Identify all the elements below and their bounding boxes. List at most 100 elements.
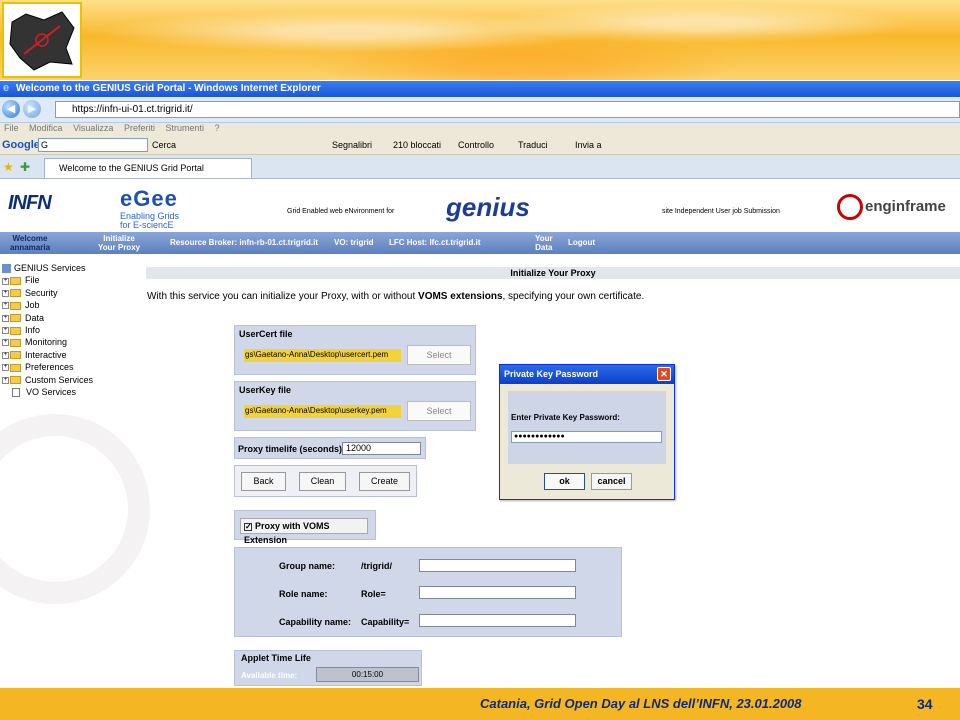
nav-your-data[interactable]: Your Data bbox=[535, 234, 553, 252]
favorites-star-icon[interactable]: ★ bbox=[3, 160, 14, 174]
tree-item-preferences[interactable]: + Preferences bbox=[2, 361, 93, 373]
back-arrow-icon[interactable]: ◀ bbox=[2, 100, 20, 118]
password-prompt: Enter Private Key Password: bbox=[511, 413, 620, 422]
expand-icon[interactable]: + bbox=[2, 376, 9, 384]
intro-text-start: With this service you can initialize you… bbox=[147, 291, 419, 302]
nav-init-label-1: Initialize bbox=[103, 234, 135, 243]
tree-item-label: Interactive bbox=[25, 349, 67, 360]
capability-name-input[interactable] bbox=[419, 614, 576, 627]
group-prefix: /trigrid/ bbox=[361, 561, 392, 571]
proxy-lifetime-value: 12000 bbox=[346, 443, 372, 453]
expand-icon[interactable]: + bbox=[2, 351, 9, 359]
menu-file[interactable]: File bbox=[4, 123, 19, 133]
nav-logout[interactable]: Logout bbox=[568, 238, 595, 247]
tree-item-info[interactable]: + Info bbox=[2, 324, 93, 336]
tree-item-file[interactable]: + File bbox=[2, 274, 93, 286]
intro-text-end: , specifying your own certificate. bbox=[502, 291, 645, 302]
slide-banner bbox=[0, 0, 960, 80]
cancel-button[interactable]: cancel bbox=[591, 473, 632, 490]
nav-initialize-proxy[interactable]: Initialize Your Proxy bbox=[98, 234, 140, 252]
tree-item-security[interactable]: + Security bbox=[2, 287, 93, 299]
expand-icon[interactable]: + bbox=[2, 327, 9, 335]
infn-logo: INFN bbox=[8, 192, 52, 215]
userkey-path-value: gs\Gaetano-Anna\Desktop\userkey.pem bbox=[245, 406, 387, 415]
userkey-path-field[interactable]: gs\Gaetano-Anna\Desktop\userkey.pem bbox=[244, 405, 401, 418]
group-name-label: Group name: bbox=[279, 561, 336, 571]
applet-time-panel: Applet Time Life Available time: 00:15:0… bbox=[234, 650, 422, 686]
clean-button[interactable]: Clean bbox=[299, 472, 346, 491]
invia-button[interactable]: Invia a bbox=[575, 139, 602, 151]
private-key-password-dialog: Private Key Password ✕ Enter Private Key… bbox=[499, 364, 675, 500]
menu-modifica[interactable]: Modifica bbox=[29, 123, 63, 133]
popup-blocked-button[interactable]: 210 bloccati bbox=[393, 139, 441, 151]
genius-logo: genius bbox=[446, 192, 530, 222]
services-sidebar: GENIUS Services + File + Security + Job + Da… bbox=[0, 254, 150, 688]
ie-icon: e bbox=[3, 82, 10, 94]
nav-resource-broker: Resource Broker: infn-rb-01.ct.trigrid.i… bbox=[170, 238, 319, 247]
voms-extension-panel: ✓ Proxy with VOMS Extension bbox=[234, 510, 376, 545]
segnalibri-button[interactable]: Segnalibri bbox=[332, 139, 372, 151]
traduci-button[interactable]: Traduci bbox=[518, 139, 548, 151]
nav-username: annamaria bbox=[10, 243, 51, 252]
usercert-path-value: gs\Gaetano-Anna\Desktop\usercert.pem bbox=[245, 350, 389, 359]
controllo-button[interactable]: Controllo bbox=[458, 139, 494, 151]
tree-item-interactive[interactable]: + Interactive bbox=[2, 349, 93, 361]
userkey-panel: UserKey file gs\Gaetano-Anna\Desktop\use… bbox=[234, 381, 476, 431]
userkey-select-button[interactable]: Select bbox=[407, 401, 471, 421]
nav-data-label-2: Data bbox=[535, 243, 553, 252]
close-icon[interactable]: ✕ bbox=[657, 367, 671, 381]
menu-help[interactable]: ? bbox=[215, 123, 220, 133]
role-name-input[interactable] bbox=[419, 586, 576, 599]
available-time-value: 00:15:00 bbox=[351, 670, 384, 679]
expand-icon[interactable]: + bbox=[2, 314, 9, 322]
tree-item-data[interactable]: + Data bbox=[2, 312, 93, 324]
menu-bar: File Modifica Visualizza Preferiti Strum… bbox=[0, 123, 960, 135]
folder-icon bbox=[10, 301, 21, 310]
tree-item-job[interactable]: + Job bbox=[2, 299, 93, 311]
window-title: Welcome to the GENIUS Grid Portal - Wind… bbox=[16, 83, 321, 94]
url-text: https://infn-ui-01.ct.trigrid.it/ bbox=[72, 104, 193, 115]
forward-arrow-icon[interactable]: ▶ bbox=[23, 100, 41, 118]
capability-prefix: Capability= bbox=[361, 617, 410, 627]
expand-icon[interactable]: + bbox=[2, 302, 9, 310]
cerca-button[interactable]: Cerca bbox=[152, 139, 176, 151]
expand-icon[interactable]: + bbox=[2, 339, 9, 347]
role-name-label: Role name: bbox=[279, 589, 328, 599]
password-input[interactable]: ●●●●●●●●●●●● bbox=[511, 431, 662, 443]
nav-init-label-2: Your Proxy bbox=[98, 243, 141, 252]
services-tree: GENIUS Services + File + Security + Job + Da… bbox=[2, 262, 93, 398]
menu-preferiti[interactable]: Preferiti bbox=[124, 123, 155, 133]
tree-root[interactable]: GENIUS Services bbox=[2, 262, 93, 274]
tree-item-label: Monitoring bbox=[25, 337, 68, 348]
back-button[interactable]: Back bbox=[241, 472, 286, 491]
usercert-label: UserCert file bbox=[239, 329, 293, 339]
tree-item-label: Custom Services bbox=[25, 374, 94, 385]
google-search-input[interactable]: G bbox=[38, 138, 148, 152]
tree-item-monitoring[interactable]: + Monitoring bbox=[2, 336, 93, 348]
tab-genius-portal[interactable]: Welcome to the GENIUS Grid Portal bbox=[44, 158, 252, 178]
create-button[interactable]: Create bbox=[359, 472, 410, 491]
tree-item-label: Data bbox=[25, 312, 45, 323]
add-favorites-icon[interactable]: ✚ bbox=[20, 160, 30, 174]
tree-item-label: Security bbox=[25, 287, 58, 298]
voms-extension-checkbox[interactable]: ✓ Proxy with VOMS Extension bbox=[240, 518, 368, 545]
usercert-path-field[interactable]: gs\Gaetano-Anna\Desktop\usercert.pem bbox=[244, 349, 401, 362]
proxy-lifetime-input[interactable]: 12000 bbox=[342, 442, 421, 455]
tree-item-vo-services[interactable]: VO Services bbox=[2, 386, 93, 398]
folder-icon bbox=[10, 314, 21, 323]
footer-caption: Catania, Grid Open Day al LNS dell’INFN,… bbox=[480, 696, 802, 711]
ok-button[interactable]: ok bbox=[544, 473, 585, 490]
enginframe-ring-icon bbox=[837, 194, 863, 220]
menu-strumenti[interactable]: Strumenti bbox=[165, 123, 204, 133]
expand-icon[interactable]: + bbox=[2, 364, 9, 372]
expand-icon[interactable]: + bbox=[2, 277, 9, 285]
expand-icon[interactable]: + bbox=[2, 289, 9, 297]
usercert-select-button[interactable]: Select bbox=[407, 345, 471, 365]
tree-item-custom-services[interactable]: + Custom Services bbox=[2, 374, 93, 386]
group-name-input[interactable] bbox=[419, 559, 576, 572]
applet-time-title: Applet Time Life bbox=[241, 653, 311, 663]
address-field[interactable]: https://infn-ui-01.ct.trigrid.it/ bbox=[55, 101, 960, 118]
dialog-titlebar: Private Key Password ✕ bbox=[500, 365, 674, 384]
nav-welcome-label: Welcome bbox=[12, 234, 48, 243]
menu-visualizza[interactable]: Visualizza bbox=[73, 123, 113, 133]
